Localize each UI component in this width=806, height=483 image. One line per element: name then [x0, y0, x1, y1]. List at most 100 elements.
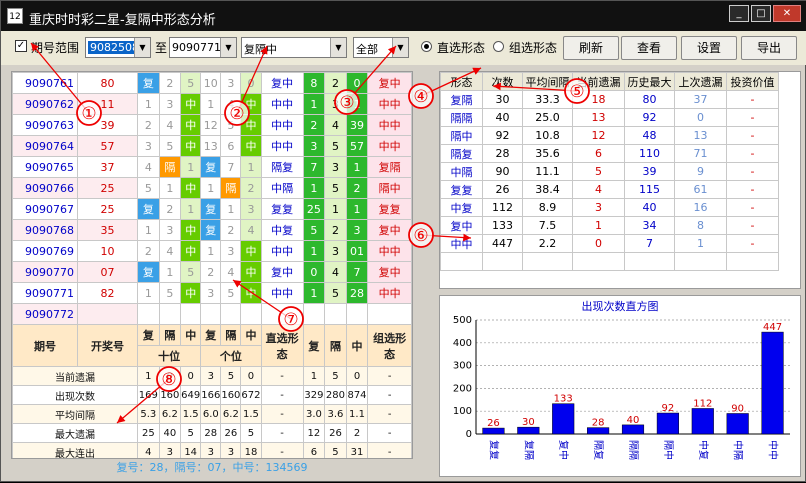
table-cell: 92 [482, 126, 523, 145]
table-row[interactable]: 9090768 35 1 3 中复 2 4 中复 5 2 3 复中 [12, 219, 412, 241]
column-header[interactable]: 当前遗漏 [572, 72, 625, 91]
form-cell: 1 [200, 177, 222, 199]
stats-label: 最大遗漏 [12, 423, 139, 443]
x-tick-label: 中复 [697, 440, 710, 460]
pattern-select[interactable]: 复隔中 ▼ [241, 37, 347, 58]
x-tick-label: 隔复 [592, 440, 605, 460]
column-header[interactable]: 形态 [440, 72, 483, 91]
form-cell: 4 [137, 156, 160, 178]
stats-value: 5 [324, 442, 347, 458]
fu-cell: 1 [302, 177, 326, 199]
table-row[interactable]: 9090765 37 4 隔 1 复 7 1 隔复 7 3 1 复隔 [12, 156, 412, 178]
view-button[interactable]: 查看 [621, 36, 677, 60]
close-icon[interactable]: ✕ [773, 5, 801, 22]
chevron-down-icon[interactable]: ▼ [330, 38, 346, 57]
form-cell: 5 [180, 72, 202, 94]
refresh-button[interactable]: 刷新 [563, 36, 619, 60]
period-to-select[interactable]: 9090771 ▼ [169, 37, 237, 58]
stats-value: 1.1 [345, 404, 369, 424]
radio-direct[interactable] [421, 41, 432, 52]
table-row[interactable]: 复复 26 38.4 4 115 61- [440, 180, 779, 199]
stats-value: 1.5 [180, 404, 202, 424]
column-header[interactable]: 次数 [482, 72, 523, 91]
header-fgz: 中 [345, 324, 369, 367]
table-row[interactable]: 9090769 10 2 4 中 1 3 中中中 1 3 01 中中 [12, 240, 412, 262]
header-fgz: 隔 [220, 324, 242, 346]
table-row[interactable]: 9090772 [12, 303, 412, 325]
table-cell: 133 [482, 216, 523, 235]
period-range-checkbox[interactable]: ✓ [15, 40, 27, 52]
direct-pattern-cell: 中复 [260, 219, 304, 241]
period-from-select[interactable]: 9082508 ▼ [85, 37, 151, 58]
table-row[interactable]: 9090762 11 1 3 中 1 4 中中中 1 3 1 中中 [12, 93, 412, 115]
zhong-cell: 2 [345, 177, 369, 199]
lottery-number-cell: 37 [77, 156, 139, 178]
direct-pattern-cell: 中中 [260, 282, 304, 304]
zhong-cell: 1 [345, 156, 369, 178]
stats-value: 18 [240, 442, 262, 458]
header-fgz: 复 [137, 324, 160, 346]
histogram-bar [517, 426, 540, 435]
filter-select[interactable]: 全部 ▼ [353, 37, 409, 58]
direct-pattern-cell: 中中 [260, 135, 304, 157]
table-row[interactable]: 9090766 25 5 1 中 1 隔 2 中隔 1 5 2 隔中 [12, 177, 412, 199]
fu-cell: 3 [302, 135, 326, 157]
table-cell: - [726, 108, 779, 127]
minimize-icon[interactable]: _ [729, 5, 749, 22]
table-cell: 25.0 [522, 108, 573, 127]
column-header[interactable]: 投资价值 [726, 72, 779, 91]
form-cell: 2 [200, 261, 222, 283]
table-row[interactable]: 中隔 90 11.1 5 39 9- [440, 162, 779, 181]
table-row[interactable]: 复隔 30 33.3 18 80 37- [440, 90, 779, 109]
stats-group: - [367, 442, 412, 458]
form-cell: 2 [158, 72, 182, 94]
chevron-down-icon[interactable]: ▼ [392, 38, 408, 57]
form-cell: 中 [180, 177, 202, 199]
bar-value-label: 447 [763, 322, 782, 333]
form-cell: 1 [180, 156, 202, 178]
ge-cell: 2 [324, 72, 347, 94]
chevron-down-icon[interactable]: ▼ [134, 38, 150, 57]
stats-value: 31 [345, 442, 369, 458]
table-row[interactable]: 隔中 92 10.8 12 48 13- [440, 126, 779, 145]
settings-button[interactable]: 设置 [681, 36, 737, 60]
histogram-panel: 出现次数直方图 0 100 200 300 400 500 26 复复 30 复隔 133 复中 28 隔复… [439, 295, 801, 477]
ge-cell: 2 [324, 219, 347, 241]
form-cell: 1 [158, 177, 182, 199]
fu-cell: 8 [302, 72, 326, 94]
stats-direct: - [260, 404, 304, 424]
ge-cell: 5 [324, 282, 347, 304]
to-label: 至 [155, 41, 168, 55]
table-row[interactable]: 9090764 57 3 5 中 13 6 中中中 3 5 57 中中 [12, 135, 412, 157]
export-button[interactable]: 导出 [741, 36, 797, 60]
table-row[interactable]: 中中 447 2.2 0 7 1- [440, 234, 779, 253]
header-fgz: 隔 [158, 324, 182, 346]
stats-value: 6.2 [158, 404, 182, 424]
stats-value: 3.6 [324, 404, 347, 424]
radio-group[interactable] [493, 41, 504, 52]
group-pattern-cell: 复中 [367, 219, 412, 241]
table-row[interactable]: 隔隔 40 25.0 13 92 0- [440, 108, 779, 127]
stats-direct: - [260, 385, 304, 405]
column-header[interactable]: 历史最大 [624, 72, 675, 91]
chevron-down-icon[interactable]: ▼ [220, 38, 236, 57]
ge-cell: 5 [324, 135, 347, 157]
maximize-icon[interactable]: □ [751, 5, 771, 22]
column-header[interactable]: 平均间隔 [522, 72, 573, 91]
table-row[interactable]: 9090763 39 2 4 中 12 5 中中中 2 4 39 中中 [12, 114, 412, 136]
form-cell: 4 [158, 240, 182, 262]
table-row[interactable]: 9090771 82 1 5 中 3 5 中中中 1 5 28 中中 [12, 282, 412, 304]
table-row[interactable]: 隔复 28 35.6 6 110 71- [440, 144, 779, 163]
stats-value: 3 [220, 442, 242, 458]
table-row[interactable]: 9090767 25 复 2 1 复 1 3 复复 25 1 1 复复 [12, 198, 412, 220]
table-row[interactable]: 中复 112 8.9 3 40 16- [440, 198, 779, 217]
header-fgz: 复 [302, 324, 326, 367]
form-cell: 2 [158, 198, 182, 220]
form-cell: 隔 [158, 156, 182, 178]
form-cell: 中 [240, 261, 262, 283]
table-row[interactable]: 9090761 80 复 2 5 10 3 0 复中 8 2 0 复中 [12, 72, 412, 94]
table-row[interactable]: 复中 133 7.5 1 34 8- [440, 216, 779, 235]
form-cell: 13 [200, 135, 222, 157]
table-row[interactable]: 9090770 07 复 1 5 2 4 中复中 0 4 7 复中 [12, 261, 412, 283]
column-header[interactable]: 上次遗漏 [674, 72, 727, 91]
